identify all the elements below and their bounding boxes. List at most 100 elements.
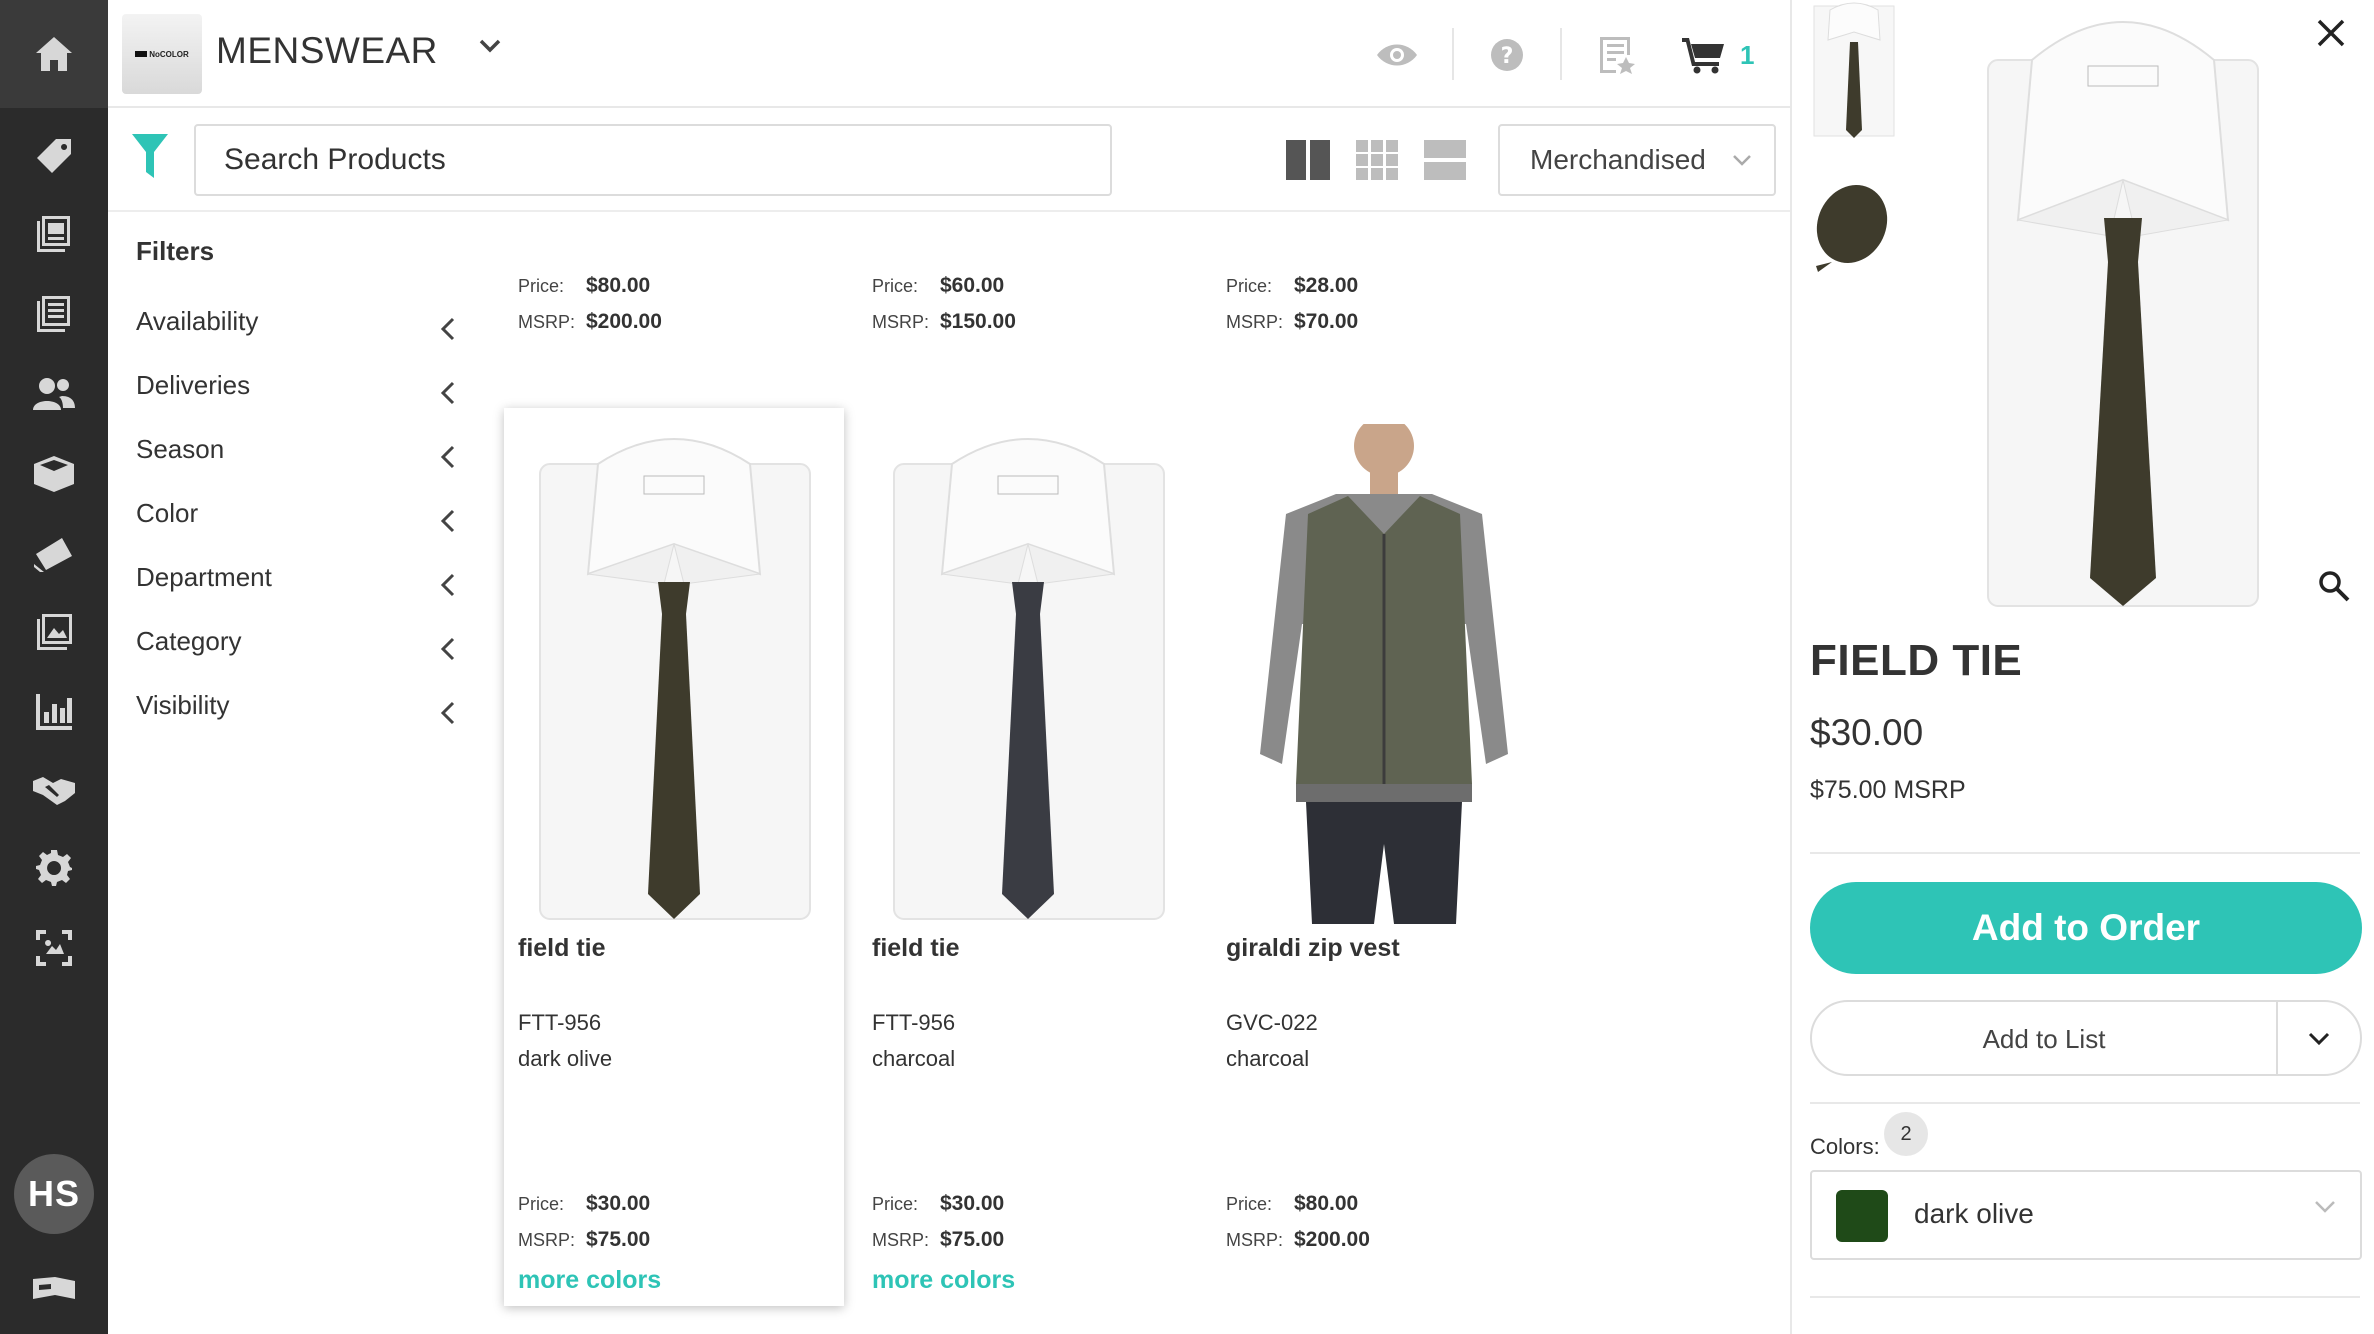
product-name[interactable]: field tie (872, 934, 960, 963)
filters-panel: Filters Availability Deliveries Season C… (108, 212, 478, 1334)
chevron-left-icon (440, 701, 455, 725)
product-price: $30.00 (1810, 712, 1924, 753)
avatar[interactable]: HS (14, 1154, 94, 1234)
filter-label: Category (136, 626, 242, 656)
help-icon[interactable]: ? (1482, 30, 1532, 80)
chevron-down-icon (1733, 155, 1751, 166)
price-value: $80.00 (1294, 1192, 1359, 1215)
filter-category[interactable]: Category (136, 626, 456, 676)
color-swatch (1836, 1190, 1888, 1242)
customers-icon[interactable] (0, 362, 108, 426)
filter-label: Season (136, 434, 225, 464)
msrp-value: $70.00 (1294, 310, 1359, 333)
product-image-shirt-tie[interactable] (872, 424, 1184, 924)
cart-icon[interactable] (1678, 30, 1728, 80)
product-msrp: MSRP: $75.00 (518, 1228, 650, 1252)
catalog-icon[interactable] (0, 202, 108, 266)
product-price: Price: $30.00 (518, 1192, 650, 1216)
linesheet-icon[interactable] (0, 282, 108, 346)
price-value: $30.00 (940, 1192, 1005, 1215)
product-image-vest[interactable] (1226, 416, 1538, 924)
filter-color[interactable]: Color (136, 498, 456, 548)
list-star-icon[interactable] (1592, 30, 1642, 80)
top-row-price: Price: $28.00 (1226, 274, 1358, 298)
filter-label: Availability (136, 306, 259, 336)
product-image-shirt-tie[interactable] (518, 424, 830, 924)
filter-department[interactable]: Department (136, 562, 456, 612)
chevron-down-icon (2308, 1032, 2330, 1046)
product-sku: FTT-956 (518, 1010, 602, 1035)
add-to-order-button[interactable]: Add to Order (1810, 882, 2362, 974)
add-to-list-label: Add to List (1982, 1024, 2106, 1054)
price-value: $28.00 (1294, 274, 1359, 297)
chevron-down-icon[interactable] (478, 38, 502, 59)
reports-icon[interactable] (0, 680, 108, 744)
price-value: $60.00 (940, 274, 1005, 297)
chevron-left-icon (440, 445, 455, 469)
chevron-left-icon (440, 509, 455, 533)
filter-season[interactable]: Season (136, 434, 456, 484)
sort-dropdown[interactable]: Merchandised (1498, 124, 1776, 196)
msrp-label: MSRP: (1226, 1230, 1284, 1250)
filter-funnel-icon[interactable] (130, 132, 170, 185)
product-name[interactable]: giraldi zip vest (1226, 934, 1400, 963)
color-select[interactable]: dark olive (1810, 1170, 2362, 1260)
left-nav-rail: HS (0, 0, 108, 1334)
price-label: Price: (872, 276, 919, 296)
price-label: Price: (1226, 1194, 1273, 1214)
msrp-label: MSRP: (872, 1230, 930, 1250)
thumbnail-shirt-tie[interactable] (1812, 0, 1896, 140)
chevron-left-icon (440, 317, 455, 341)
campaigns-icon[interactable] (0, 522, 108, 586)
thumbnail-tie-rolled[interactable] (1812, 176, 1896, 276)
small-grid-icon[interactable] (1356, 140, 1400, 180)
divider (1810, 1102, 2360, 1104)
filter-availability[interactable]: Availability (136, 306, 456, 356)
msrp-value: $75.00 (940, 1228, 1005, 1251)
flag-icon[interactable] (0, 1258, 108, 1318)
product-card[interactable]: giraldi zip vest GVC-022 charcoal Price:… (1212, 408, 1552, 1306)
images-icon[interactable] (0, 600, 108, 664)
filter-label: Department (136, 562, 272, 592)
screen-capture-icon[interactable] (0, 916, 108, 980)
product-hero-image[interactable] (1962, 0, 2282, 610)
filter-label: Visibility (136, 690, 230, 720)
filter-deliveries[interactable]: Deliveries (136, 370, 456, 420)
tag-icon[interactable] (0, 124, 108, 188)
product-detail-panel: FIELD TIE $30.00 $75.00 MSRP Add to Orde… (1790, 0, 2374, 1334)
price-label: Price: (518, 1194, 565, 1214)
brand-logo[interactable]: NoCOLOR (122, 14, 202, 94)
eye-icon[interactable] (1372, 30, 1422, 80)
close-icon[interactable] (2316, 18, 2346, 53)
home-icon[interactable] (0, 0, 108, 108)
product-name[interactable]: field tie (518, 934, 606, 963)
product-color: dark olive (518, 1046, 613, 1071)
partners-handshake-icon[interactable] (0, 758, 108, 822)
cart-count-badge[interactable]: 1 (1740, 40, 1754, 71)
chevron-down-icon (2315, 1201, 2335, 1213)
price-label: Price: (872, 1194, 919, 1214)
product-card[interactable]: field tie FTT-956 charcoal Price: $30.00 … (858, 408, 1198, 1306)
brand-logo-text: NoCOLOR (149, 49, 189, 59)
more-colors-link[interactable]: more colors (872, 1266, 1015, 1295)
filter-label: Color (136, 498, 199, 528)
filter-visibility[interactable]: Visibility (136, 690, 456, 740)
search-input[interactable] (194, 124, 1112, 196)
sort-dropdown-label: Merchandised (1530, 144, 1706, 175)
more-colors-link[interactable]: more colors (518, 1266, 661, 1295)
store-title[interactable]: MENSWEAR (216, 30, 438, 72)
product-sku: GVC-022 (1226, 1010, 1318, 1035)
settings-gear-icon[interactable] (0, 836, 108, 900)
product-color: charcoal (872, 1046, 956, 1071)
product-card[interactable]: field tie FTT-956 dark olive Price: $30.0… (504, 408, 844, 1306)
large-grid-icon[interactable] (1286, 140, 1330, 180)
zoom-search-icon[interactable] (2318, 570, 2350, 607)
divider (1810, 852, 2360, 854)
products-box-icon[interactable] (0, 442, 108, 506)
list-view-icon[interactable] (1424, 140, 1468, 180)
top-row-msrp: MSRP: $70.00 (1226, 310, 1358, 334)
add-to-list-button[interactable]: Add to List (1810, 1000, 2362, 1076)
toolbar-divider (1452, 28, 1454, 80)
msrp-label: MSRP: (1226, 312, 1284, 332)
price-value: $30.00 (586, 1192, 651, 1215)
